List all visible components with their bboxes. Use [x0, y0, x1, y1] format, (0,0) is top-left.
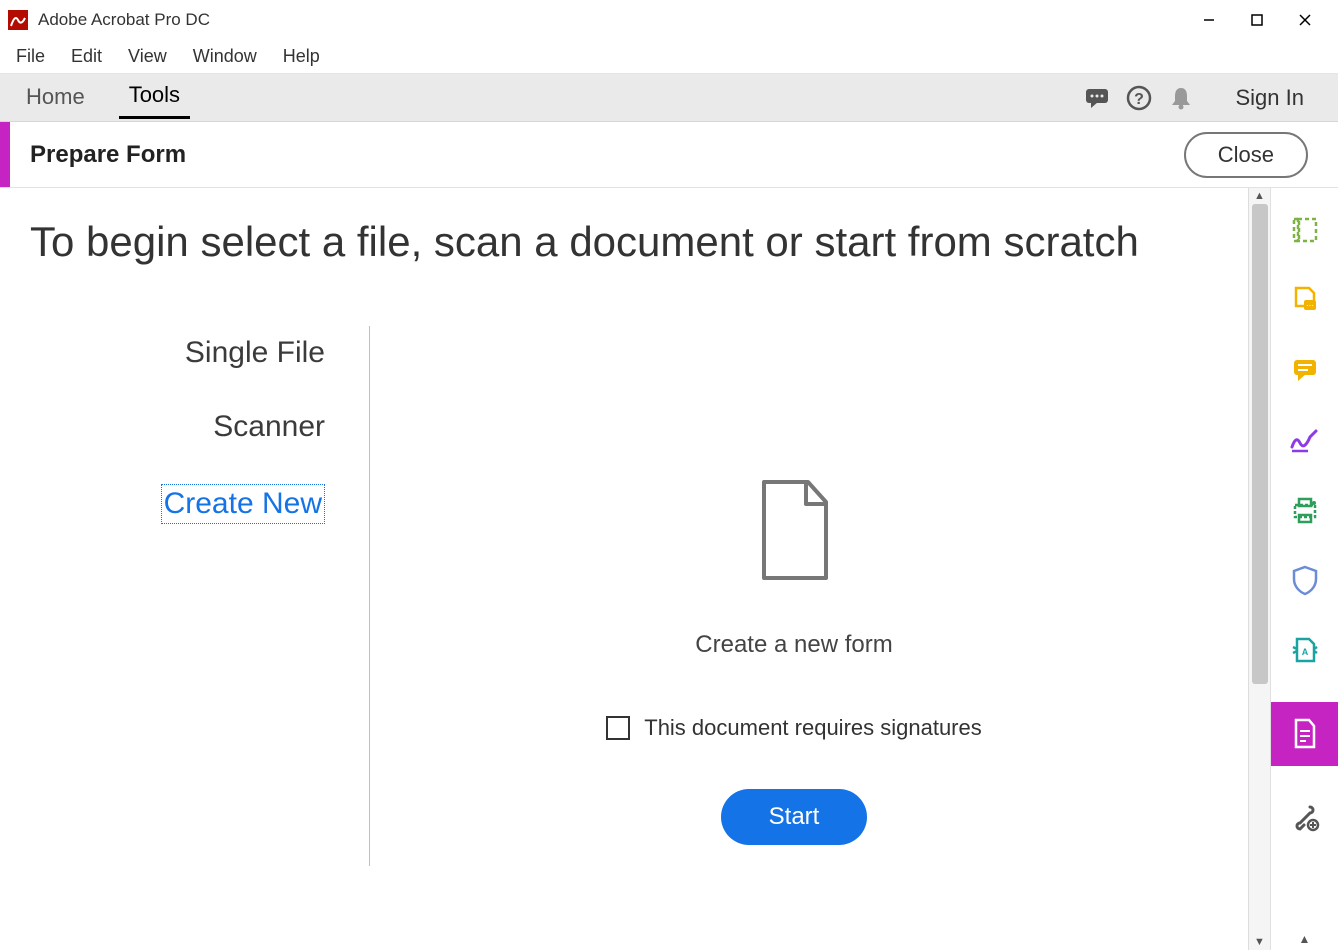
menubar: File Edit View Window Help	[0, 40, 1338, 74]
sidebar-print-production-icon[interactable]	[1271, 492, 1338, 528]
sign-in-link[interactable]: Sign In	[1236, 85, 1305, 111]
menu-view[interactable]: View	[118, 42, 177, 71]
content: To begin select a file, scan a document …	[0, 188, 1248, 950]
create-new-pane: Create a new form This document requires…	[370, 326, 1218, 866]
vertical-scrollbar[interactable]: ▲ ▼	[1248, 188, 1270, 950]
blank-document-icon	[748, 476, 840, 591]
comments-icon[interactable]	[1076, 77, 1118, 119]
window-controls	[1186, 2, 1328, 38]
scroll-track[interactable]	[1249, 204, 1270, 934]
sidebar-prepare-form-icon[interactable]	[1271, 702, 1338, 766]
scroll-thumb[interactable]	[1252, 204, 1268, 684]
menu-file[interactable]: File	[6, 42, 55, 71]
main-area: To begin select a file, scan a document …	[0, 188, 1338, 950]
acrobat-app-icon	[8, 10, 28, 30]
options-row: Single File Scanner Create New Create a …	[30, 326, 1218, 866]
window-titlebar: Adobe Acrobat Pro DC	[0, 0, 1338, 40]
signatures-checkbox[interactable]	[606, 716, 630, 740]
menu-help[interactable]: Help	[273, 42, 330, 71]
sidebar-export-pdf-icon[interactable]: ⋯	[1271, 282, 1338, 318]
source-options: Single File Scanner Create New	[30, 326, 370, 866]
maximize-button[interactable]	[1234, 2, 1280, 38]
option-scanner[interactable]: Scanner	[213, 410, 325, 444]
tool-subheader: Prepare Form Close	[0, 122, 1338, 188]
svg-text:A: A	[1301, 647, 1308, 657]
right-sidebar: ⋯ A ▲	[1270, 188, 1338, 950]
scroll-down-arrow-icon[interactable]: ▼	[1249, 934, 1270, 950]
close-tool-button[interactable]: Close	[1184, 132, 1308, 178]
sidebar-scan-icon[interactable]: A	[1271, 632, 1338, 668]
sidebar-fill-sign-icon[interactable]	[1271, 422, 1338, 458]
close-window-button[interactable]	[1282, 2, 1328, 38]
svg-text:?: ?	[1134, 91, 1144, 108]
help-icon[interactable]: ?	[1118, 77, 1160, 119]
sidebar-protect-icon[interactable]	[1271, 562, 1338, 598]
start-button[interactable]: Start	[721, 789, 868, 845]
tab-tools[interactable]: Tools	[119, 76, 190, 119]
sidebar-crop-page-icon[interactable]	[1271, 212, 1338, 248]
option-create-new[interactable]: Create New	[161, 484, 325, 524]
minimize-button[interactable]	[1186, 2, 1232, 38]
scroll-up-arrow-icon[interactable]: ▲	[1249, 188, 1270, 204]
menu-window[interactable]: Window	[183, 42, 267, 71]
signatures-checkbox-row[interactable]: This document requires signatures	[606, 715, 982, 741]
menu-edit[interactable]: Edit	[61, 42, 112, 71]
notifications-icon[interactable]	[1160, 77, 1202, 119]
sidebar-comment-icon[interactable]	[1271, 352, 1338, 388]
tab-home[interactable]: Home	[16, 78, 95, 118]
signatures-checkbox-label: This document requires signatures	[644, 715, 982, 741]
sidebar-more-tools-icon[interactable]	[1271, 800, 1338, 836]
window-title: Adobe Acrobat Pro DC	[38, 10, 1186, 30]
tool-title: Prepare Form	[30, 141, 1184, 169]
create-new-form-text: Create a new form	[695, 631, 892, 659]
top-tabbar: Home Tools ? Sign In	[0, 74, 1338, 122]
tool-accent-bar	[0, 122, 10, 187]
svg-text:⋯: ⋯	[1306, 301, 1314, 310]
sidebar-expand-arrow-icon[interactable]: ▲	[1271, 932, 1338, 946]
option-single-file[interactable]: Single File	[185, 336, 325, 370]
page-heading: To begin select a file, scan a document …	[30, 218, 1218, 266]
